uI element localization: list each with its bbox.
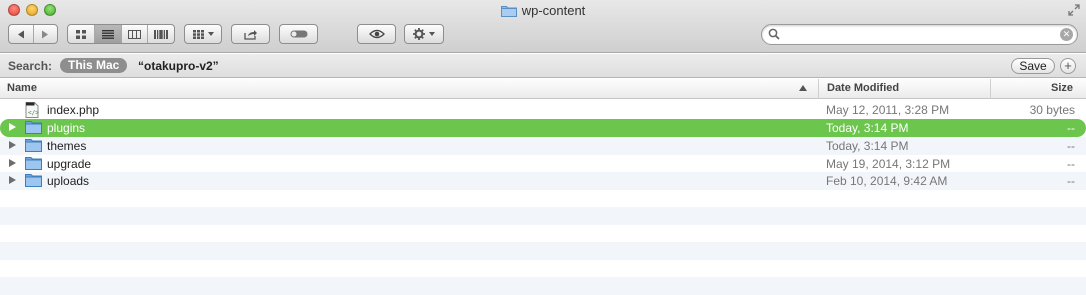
empty-row — [0, 225, 1086, 243]
chevron-down-icon — [207, 32, 214, 36]
disclosure-triangle-icon[interactable] — [9, 176, 16, 184]
coverflow-icon — [154, 29, 169, 39]
chevron-left-icon — [17, 30, 24, 38]
grid-arrange-icon — [192, 29, 204, 39]
file-size: -- — [1067, 174, 1075, 188]
view-mode-buttons — [67, 24, 175, 44]
file-date-modified: Feb 10, 2014, 9:42 AM — [826, 174, 948, 188]
edit-tags-button-inner — [280, 25, 317, 43]
arrange-button[interactable] — [184, 24, 222, 44]
scope-this-mac-button[interactable]: This Mac — [60, 58, 128, 73]
svg-text:</>: </> — [28, 110, 39, 117]
save-search-button[interactable]: Save — [1011, 58, 1055, 74]
chevron-down-icon — [429, 32, 435, 36]
file-date-modified: May 12, 2011, 3:28 PM — [826, 103, 950, 117]
file-name: upgrade — [47, 156, 92, 171]
grid-icon — [75, 29, 86, 39]
list-view-button[interactable] — [94, 25, 121, 43]
list-icon — [102, 29, 115, 39]
toggle-pill-icon — [290, 30, 307, 38]
search-scope-bar: Search: This Mac “otakupro-v2” Save + — [0, 54, 1086, 78]
share-icon — [243, 29, 257, 40]
folder-icon — [25, 120, 42, 137]
quick-look-button[interactable] — [357, 24, 396, 44]
empty-row — [0, 207, 1086, 225]
file-name: plugins — [47, 121, 86, 135]
column-view-button[interactable] — [120, 25, 148, 43]
share-button[interactable] — [231, 24, 270, 44]
fullscreen-icon[interactable] — [1068, 4, 1080, 16]
icon-view-button[interactable] — [68, 25, 94, 43]
file-row-uploads[interactable]: uploads Feb 10, 2014, 9:42 AM -- — [0, 172, 1086, 190]
file-date-modified: Today, 3:14 PM — [826, 139, 909, 153]
file-size: -- — [1067, 156, 1075, 171]
file-size: 30 bytes — [1029, 103, 1075, 117]
folder-icon — [25, 173, 42, 190]
file-date-modified: Today, 3:14 PM — [826, 121, 909, 135]
empty-row — [0, 277, 1086, 295]
window-title-text: wp-content — [521, 3, 586, 18]
action-menu-button[interactable] — [404, 24, 444, 44]
eye-icon — [368, 29, 385, 39]
scope-current-folder-button[interactable]: “otakupro-v2” — [138, 59, 219, 73]
back-button[interactable] — [9, 25, 33, 43]
empty-row — [0, 190, 1086, 208]
action-menu-button-inner — [405, 25, 443, 43]
file-row-index-php[interactable]: </> index.php May 12, 2011, 3:28 PM 30 b… — [0, 101, 1086, 119]
empty-row — [0, 242, 1086, 260]
disclosure-triangle-icon[interactable] — [9, 123, 16, 131]
folder-icon — [25, 138, 42, 155]
file-name: uploads — [47, 174, 90, 188]
file-name: themes — [47, 139, 87, 153]
clear-search-icon[interactable]: ✕ — [1060, 28, 1073, 41]
disclosure-triangle-icon[interactable] — [9, 141, 16, 149]
file-row-plugins[interactable]: plugins Today, 3:14 PM -- — [0, 119, 1086, 137]
gear-icon — [413, 28, 425, 40]
column-size-header[interactable]: Size — [990, 79, 1086, 99]
file-name: index.php — [47, 103, 100, 117]
share-button-inner — [232, 25, 269, 43]
quick-look-button-inner — [358, 25, 395, 43]
window-toolbar: wp-content ✕ — [0, 0, 1086, 53]
window-title: wp-content — [0, 3, 1086, 20]
search-icon — [768, 28, 780, 43]
column-name-header[interactable]: Name — [7, 79, 37, 99]
folder-icon — [25, 156, 42, 173]
chevron-right-icon — [42, 30, 49, 38]
search-input[interactable] — [784, 27, 1054, 42]
search-field[interactable]: ✕ — [761, 24, 1078, 45]
folder-icon — [500, 4, 517, 20]
empty-row — [0, 260, 1086, 278]
disclosure-triangle-icon[interactable] — [9, 158, 16, 167]
search-scope-label: Search: — [8, 59, 53, 73]
file-row-upgrade[interactable]: upgrade May 19, 2014, 3:12 PM -- — [0, 155, 1086, 173]
file-date-modified: May 19, 2014, 3:12 PM — [826, 156, 951, 171]
sort-ascending-icon — [799, 85, 807, 91]
navigation-buttons — [8, 24, 58, 44]
file-size: -- — [1067, 121, 1075, 135]
file-list: </> index.php May 12, 2011, 3:28 PM 30 b… — [0, 100, 1086, 295]
column-header: Name Date Modified Size — [0, 79, 1086, 99]
file-row-themes[interactable]: themes Today, 3:14 PM -- — [0, 137, 1086, 155]
edit-tags-button[interactable] — [279, 24, 318, 44]
forward-button[interactable] — [32, 25, 57, 43]
arrange-button-inner — [185, 25, 221, 43]
add-search-criteria-button[interactable]: + — [1060, 58, 1076, 74]
file-size: -- — [1067, 139, 1075, 153]
column-date-modified-header[interactable]: Date Modified — [818, 79, 990, 99]
coverflow-view-button[interactable] — [147, 25, 174, 43]
columns-icon — [128, 29, 142, 39]
